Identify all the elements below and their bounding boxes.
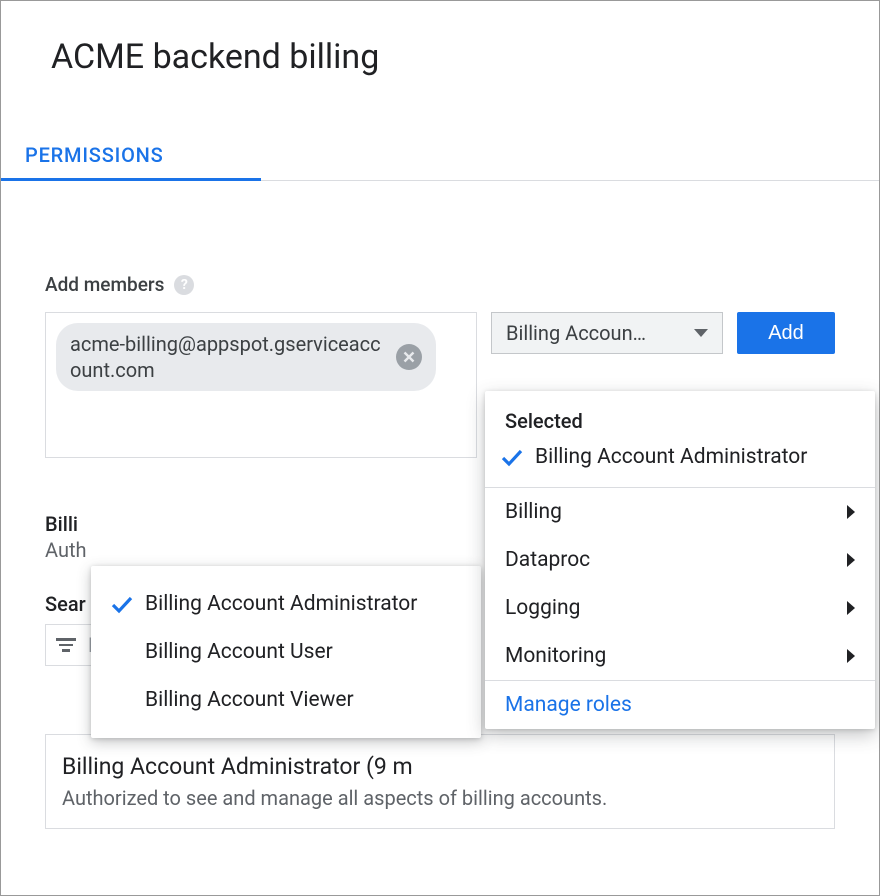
filter-icon xyxy=(54,633,78,657)
role-select-text: Billing Accoun… xyxy=(506,321,646,345)
member-chip: acme-billing@appspot.gserviceaccount.com xyxy=(56,323,436,391)
dropdown-selected-item[interactable]: Billing Account Administrator xyxy=(485,445,875,487)
dropdown-selected-heading: Selected xyxy=(485,391,875,445)
chevron-down-icon xyxy=(694,329,708,337)
role-card-desc: Authorized to see and manage all aspects… xyxy=(62,786,818,810)
chevron-right-icon xyxy=(847,601,855,615)
member-chip-text: acme-billing@appspot.gserviceaccount.com xyxy=(70,331,386,383)
submenu-item-billing-viewer[interactable]: Billing Account Viewer xyxy=(91,676,481,724)
dropdown-selected-label: Billing Account Administrator xyxy=(535,445,807,469)
add-members-label-row: Add members ? xyxy=(45,273,835,296)
dropdown-category-monitoring[interactable]: Monitoring xyxy=(485,632,875,680)
submenu-item-label: Billing Account User xyxy=(145,640,333,664)
dropdown-category-label: Dataproc xyxy=(505,548,590,572)
manage-roles-label: Manage roles xyxy=(505,693,632,717)
tab-permissions[interactable]: PERMISSIONS xyxy=(1,131,261,181)
dropdown-category-label: Billing xyxy=(505,500,562,524)
dropdown-category-label: Logging xyxy=(505,596,580,620)
role-select[interactable]: Billing Accoun… xyxy=(491,312,723,354)
dropdown-category-label: Monitoring xyxy=(505,644,606,668)
submenu-item-label: Billing Account Administrator xyxy=(145,592,417,616)
chevron-right-icon xyxy=(847,649,855,663)
check-icon xyxy=(109,594,135,614)
submenu-item-label: Billing Account Viewer xyxy=(145,688,354,712)
submenu-item-billing-user[interactable]: Billing Account User xyxy=(91,628,481,676)
manage-roles-link[interactable]: Manage roles xyxy=(485,681,875,729)
close-icon[interactable] xyxy=(396,344,422,370)
role-card[interactable]: Billing Account Administrator (9 m Autho… xyxy=(45,734,835,829)
members-input-box[interactable]: acme-billing@appspot.gserviceaccount.com xyxy=(45,312,477,458)
chevron-right-icon xyxy=(847,505,855,519)
role-dropdown-popover: Selected Billing Account Administrator B… xyxy=(485,391,875,729)
chevron-right-icon xyxy=(847,553,855,567)
help-icon[interactable]: ? xyxy=(174,275,194,295)
dropdown-category-dataproc[interactable]: Dataproc xyxy=(485,536,875,584)
role-card-title: Billing Account Administrator (9 m xyxy=(62,753,818,780)
page-title: ACME backend billing xyxy=(1,1,879,77)
dropdown-category-billing[interactable]: Billing xyxy=(485,488,875,536)
role-submenu-popover: Billing Account Administrator Billing Ac… xyxy=(91,566,481,738)
dropdown-category-logging[interactable]: Logging xyxy=(485,584,875,632)
submenu-item-billing-admin[interactable]: Billing Account Administrator xyxy=(91,580,481,628)
check-icon xyxy=(499,447,525,467)
add-button[interactable]: Add xyxy=(737,312,835,354)
tab-divider xyxy=(261,131,879,181)
tab-bar: PERMISSIONS xyxy=(1,131,879,181)
add-members-label: Add members xyxy=(45,273,164,296)
